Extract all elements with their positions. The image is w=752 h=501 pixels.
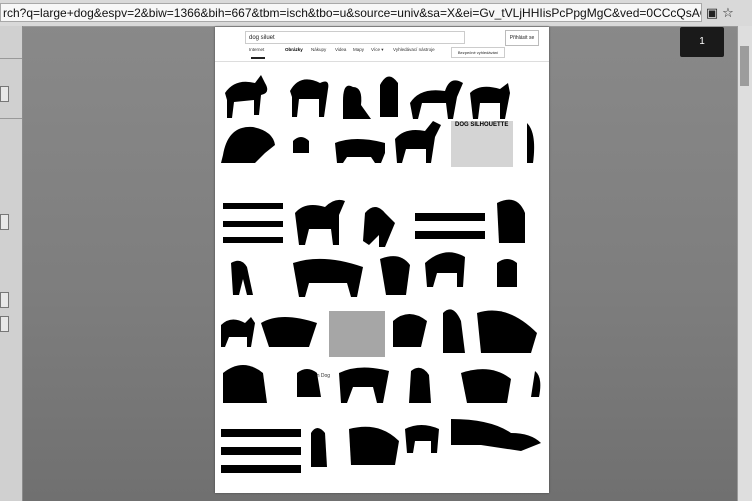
address-bar-input[interactable]: rch?q=large+dog&espv=2&biw=1366&bih=667&… [0, 3, 702, 22]
row-1 [225, 75, 510, 119]
vertical-scrollbar[interactable] [737, 26, 752, 501]
tab-internet[interactable]: Internet [249, 47, 264, 52]
tab-images[interactable]: Obrázky [285, 47, 303, 52]
row-6 [223, 365, 541, 403]
row-2 [221, 121, 535, 163]
tab-maps[interactable]: Mapy [353, 47, 364, 52]
tab-search-tools[interactable]: Vyhledávací nástroje [393, 47, 435, 52]
panel-control-4[interactable] [0, 316, 9, 332]
left-devtools-panel [0, 26, 23, 501]
active-tab-indicator [251, 57, 265, 59]
scrollbar-thumb[interactable] [740, 46, 749, 86]
dog-silhouette-grid[interactable] [215, 63, 549, 493]
star-icon[interactable]: ☆ [721, 6, 735, 20]
tab-more[interactable]: Více ▾ [371, 47, 384, 53]
header-divider [215, 61, 549, 62]
search-input[interactable]: dog siluet [245, 31, 465, 44]
row-3 [223, 199, 525, 247]
address-bar-area: rch?q=large+dog&espv=2&biw=1366&bih=667&… [0, 0, 752, 27]
panel-control-2[interactable] [0, 214, 9, 230]
tooltip-popup: 1 [680, 27, 724, 57]
extension-icon[interactable]: ▣ [705, 6, 719, 20]
sign-in-button[interactable]: Přihlásit se [505, 30, 539, 46]
panel-control-3[interactable] [0, 292, 9, 308]
image-search-page: dog siluet Přihlásit se Internet Obrázky… [215, 27, 549, 493]
row-5 [221, 309, 537, 357]
panel-control-1[interactable] [0, 86, 9, 102]
safe-search-button[interactable]: Bezpečné vyhledávání [451, 47, 505, 58]
tab-videos[interactable]: Videa [335, 47, 346, 52]
monitor-screen: rch?q=large+dog&espv=2&biw=1366&bih=667&… [0, 0, 752, 501]
row-7 [221, 419, 541, 473]
tab-shopping[interactable]: Nákupy [311, 47, 326, 52]
row-4 [231, 252, 517, 297]
